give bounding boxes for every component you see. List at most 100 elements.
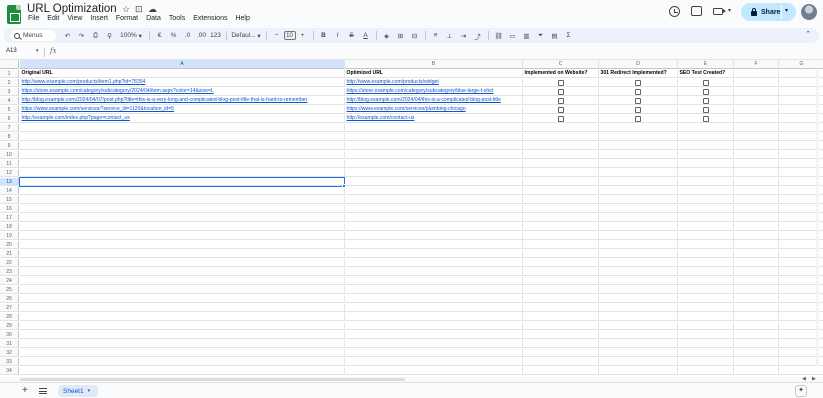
cell-c32[interactable]	[523, 349, 599, 357]
row-header[interactable]: 30	[0, 331, 19, 339]
cell-d9[interactable]	[599, 142, 678, 150]
checkbox[interactable]	[702, 97, 709, 104]
vertical-align-icon[interactable]: ⊥	[444, 30, 455, 41]
cell-b28[interactable]	[345, 313, 523, 321]
cell-a22[interactable]	[20, 259, 345, 267]
cell-f16[interactable]	[734, 205, 779, 213]
row-header[interactable]: 23	[0, 268, 19, 276]
cell-c22[interactable]	[523, 259, 599, 267]
cell-e5[interactable]	[678, 106, 734, 114]
cell-e13[interactable]	[678, 178, 734, 186]
row-header[interactable]: 32	[0, 349, 19, 357]
row-header[interactable]: 5	[0, 106, 19, 114]
cell-a12[interactable]	[20, 169, 345, 177]
row-header[interactable]: 28	[0, 313, 19, 321]
fill-color-icon[interactable]: ◈	[381, 30, 392, 41]
star-icon[interactable]: ☆	[122, 4, 130, 15]
row-header[interactable]: 8	[0, 133, 19, 141]
cell-f8[interactable]	[734, 133, 779, 141]
row-header[interactable]: 20	[0, 241, 19, 249]
cell-d11[interactable]	[599, 160, 678, 168]
chevron-down-icon[interactable]: ▾	[728, 7, 731, 14]
cell-e28[interactable]	[678, 313, 734, 321]
row-header[interactable]: 21	[0, 250, 19, 258]
cell-f23[interactable]	[734, 268, 779, 276]
cell-a16[interactable]	[20, 205, 345, 213]
cell-f15[interactable]	[734, 196, 779, 204]
cell-c15[interactable]	[523, 196, 599, 204]
undo-icon[interactable]: ↶	[62, 30, 73, 41]
horizontal-scrollbar[interactable]	[20, 378, 405, 381]
cell-d28[interactable]	[599, 313, 678, 321]
cell-e24[interactable]	[678, 277, 734, 285]
cell-b34[interactable]	[345, 367, 523, 375]
row-header[interactable]: 33	[0, 358, 19, 366]
row-header[interactable]: 10	[0, 151, 19, 159]
cell-c34[interactable]	[523, 367, 599, 375]
insert-comment-icon[interactable]: ▭	[507, 30, 518, 41]
cell-e10[interactable]	[678, 151, 734, 159]
cell-a5[interactable]: https://www.example.com/services/?servic…	[20, 106, 345, 114]
row-header[interactable]: 17	[0, 214, 19, 222]
cell-e27[interactable]	[678, 304, 734, 312]
cell-b7[interactable]	[345, 124, 523, 132]
cell-a29[interactable]	[20, 322, 345, 330]
cell-b8[interactable]	[345, 133, 523, 141]
chevron-down-icon[interactable]: ▾	[36, 48, 39, 54]
checkbox[interactable]	[702, 106, 709, 113]
cell-f22[interactable]	[734, 259, 779, 267]
cell-b19[interactable]	[345, 232, 523, 240]
cell-c26[interactable]	[523, 295, 599, 303]
paint-format-icon[interactable]: ⚲	[104, 30, 115, 41]
menu-view[interactable]: View	[66, 15, 83, 27]
cell-c21[interactable]	[523, 250, 599, 258]
cell-f24[interactable]	[734, 277, 779, 285]
bold-button[interactable]: B	[318, 30, 329, 41]
row-header[interactable]: 4	[0, 97, 19, 105]
name-box[interactable]: A13	[6, 48, 17, 54]
cell-e7[interactable]	[678, 124, 734, 132]
cell-e16[interactable]	[678, 205, 734, 213]
row-header[interactable]: 31	[0, 340, 19, 348]
row-header[interactable]: 7	[0, 124, 19, 132]
row-header[interactable]: 2	[0, 79, 19, 87]
cell-b25[interactable]	[345, 286, 523, 294]
decrease-decimal-button[interactable]: .0	[182, 30, 193, 41]
column-header-b[interactable]: B	[345, 60, 523, 69]
cell-d31[interactable]	[599, 340, 678, 348]
cell-f21[interactable]	[734, 250, 779, 258]
cell-f28[interactable]	[734, 313, 779, 321]
row-header[interactable]: 22	[0, 259, 19, 267]
cell-b5[interactable]: https://www.example.com/services/plumbin…	[345, 106, 523, 114]
spreadsheet-grid[interactable]: A B C D E F G 1 Original URL Optimized URL Impleme…	[0, 60, 823, 378]
cell-b22[interactable]	[345, 259, 523, 267]
cell-c9[interactable]	[523, 142, 599, 150]
currency-format-button[interactable]: €	[154, 30, 165, 41]
cell-c11[interactable]	[523, 160, 599, 168]
print-icon[interactable]: ⎙	[90, 30, 101, 41]
borders-icon[interactable]: ⊞	[395, 30, 406, 41]
row-header[interactable]: 9	[0, 142, 19, 150]
cell-b6[interactable]: http://example.com/contact-us	[345, 115, 523, 123]
cell-b3[interactable]: https://store.example.com/category/subca…	[345, 88, 523, 96]
row-header[interactable]: 25	[0, 286, 19, 294]
row-header[interactable]: 34	[0, 367, 19, 375]
cell-c6[interactable]	[523, 115, 599, 123]
decrease-font-size-button[interactable]: −	[271, 30, 282, 41]
checkbox[interactable]	[635, 106, 641, 113]
cell-d2[interactable]	[599, 79, 678, 87]
cell-c7[interactable]	[523, 124, 599, 132]
cell-b18[interactable]	[345, 223, 523, 231]
cell-e11[interactable]	[678, 160, 734, 168]
checkbox[interactable]	[557, 97, 564, 104]
menu-file[interactable]: File	[27, 15, 40, 27]
cell-b33[interactable]	[345, 358, 523, 366]
cell-e12[interactable]	[678, 169, 734, 177]
cell-d29[interactable]	[599, 322, 678, 330]
cell-d20[interactable]	[599, 241, 678, 249]
cell-e1[interactable]: SEO Test Created?	[678, 70, 734, 78]
row-header[interactable]: 6	[0, 115, 19, 123]
cell-a25[interactable]	[20, 286, 345, 294]
comments-icon[interactable]	[691, 6, 702, 16]
cell-a11[interactable]	[20, 160, 345, 168]
